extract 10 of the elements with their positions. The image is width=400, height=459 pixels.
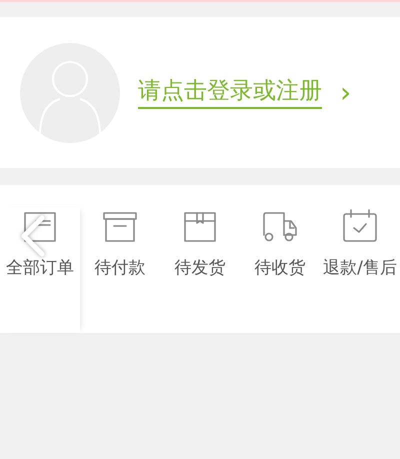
order-tab[interactable]: 待发货 [160,207,240,333]
order-tab[interactable]: 退款/售后 [320,207,400,333]
calendar-icon [342,209,378,243]
order-tab[interactable]: 全部订单 [0,207,80,333]
truck-icon [260,211,300,243]
box-icon [102,211,138,243]
package-icon [182,211,218,243]
order-tab[interactable]: 待付款 [80,207,160,333]
document-icon [22,211,58,243]
order-tab[interactable]: 待收货 [240,207,320,333]
